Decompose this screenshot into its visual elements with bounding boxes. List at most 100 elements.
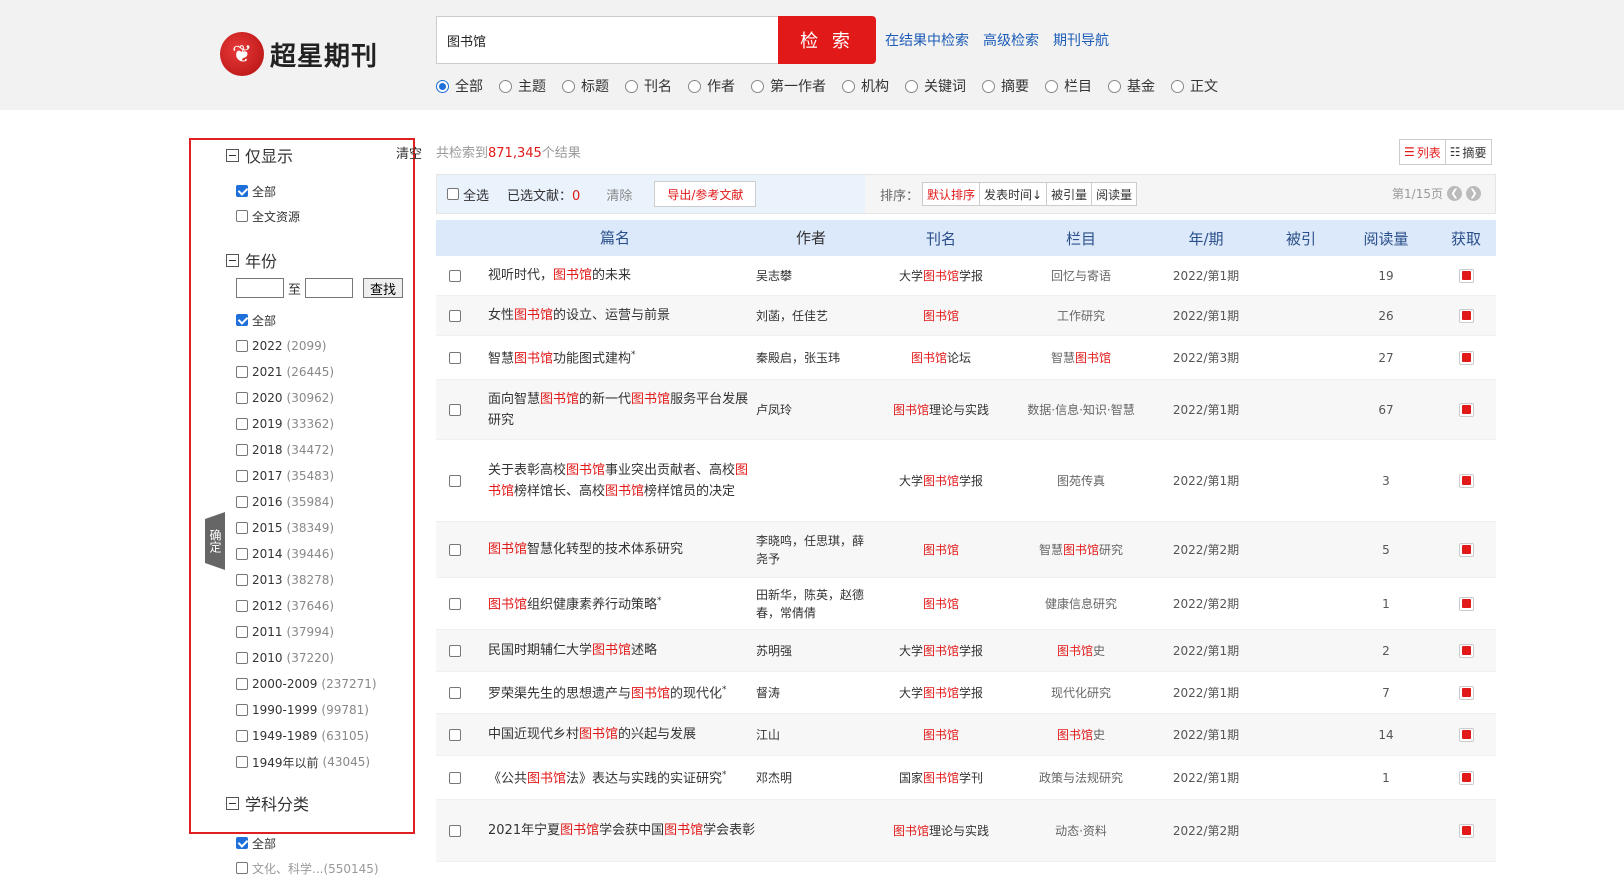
logo[interactable]: ❦ 超星期刊 bbox=[220, 32, 378, 76]
scope-option-3[interactable]: 刊名 bbox=[625, 76, 672, 96]
row-checkbox[interactable] bbox=[449, 644, 461, 657]
download-cell[interactable] bbox=[1436, 596, 1496, 611]
row-checkbox[interactable] bbox=[449, 543, 461, 556]
journal-name-link[interactable]: 图书馆论坛 bbox=[866, 349, 1016, 366]
year-option[interactable]: 1990-1999 (99781) bbox=[236, 702, 369, 718]
download-cell[interactable] bbox=[1436, 643, 1496, 658]
next-page-icon[interactable]: ❯ bbox=[1466, 186, 1481, 201]
column-header[interactable]: 年/期 bbox=[1146, 228, 1266, 249]
select-all-checkbox[interactable] bbox=[447, 188, 459, 200]
row-checkbox[interactable] bbox=[449, 403, 461, 416]
row-checkbox[interactable] bbox=[449, 269, 461, 282]
article-title-link[interactable]: 图书馆智慧化转型的技术体系研究 bbox=[474, 539, 756, 560]
article-title-link[interactable]: 关于表彰高校图书馆事业突出贡献者、高校图书馆榜样馆长、高校图书馆榜样馆员的决定 bbox=[474, 460, 756, 502]
row-select[interactable] bbox=[436, 309, 474, 322]
section-only-show[interactable]: 仅显示 bbox=[226, 143, 293, 167]
checkbox[interactable] bbox=[236, 626, 248, 638]
download-cell[interactable] bbox=[1436, 308, 1496, 323]
journal-name-link[interactable]: 大学图书馆学报 bbox=[866, 684, 1016, 701]
pdf-icon[interactable] bbox=[1458, 823, 1474, 838]
journal-name-link[interactable]: 大学图书馆学报 bbox=[866, 642, 1016, 659]
pdf-icon[interactable] bbox=[1458, 685, 1474, 700]
row-checkbox[interactable] bbox=[449, 824, 461, 837]
subject-all-option[interactable]: 全部 bbox=[236, 835, 276, 851]
radio-button[interactable] bbox=[499, 79, 512, 93]
row-select[interactable] bbox=[436, 644, 474, 657]
article-title-link[interactable]: 视听时代，图书馆的未来 bbox=[474, 265, 756, 286]
pdf-icon[interactable] bbox=[1458, 268, 1474, 283]
year-option[interactable]: 2011 (37994) bbox=[236, 624, 334, 640]
column-header[interactable]: 栏目 bbox=[1016, 228, 1146, 249]
article-author[interactable]: 秦殿启，张玉玮 bbox=[756, 349, 866, 367]
year-option[interactable]: 2000-2009 (237271) bbox=[236, 676, 377, 692]
section-subject[interactable]: 学科分类 bbox=[226, 791, 309, 815]
article-author[interactable]: 卢凤玲 bbox=[756, 401, 866, 419]
download-cell[interactable] bbox=[1436, 473, 1496, 488]
sort-option-1[interactable]: 发表时间↓ bbox=[979, 182, 1048, 206]
radio-button[interactable] bbox=[688, 79, 701, 93]
article-author[interactable]: 吴志攀 bbox=[756, 267, 866, 285]
radio-button[interactable] bbox=[842, 79, 855, 93]
pdf-icon[interactable] bbox=[1458, 542, 1474, 557]
row-select[interactable] bbox=[436, 728, 474, 741]
sort-option-2[interactable]: 被引量 bbox=[1046, 182, 1093, 206]
checkbox[interactable] bbox=[236, 418, 248, 430]
scope-option-0[interactable]: 全部 bbox=[436, 76, 483, 96]
radio-button[interactable] bbox=[562, 79, 575, 93]
row-select[interactable] bbox=[436, 824, 474, 837]
sort-option-3[interactable]: 阅读量 bbox=[1091, 182, 1138, 206]
article-title-link[interactable]: 罗荣渠先生的思想遗产与图书馆的现代化* bbox=[474, 680, 756, 704]
radio-button[interactable] bbox=[982, 79, 995, 93]
year-find-button[interactable]: 查找 bbox=[363, 278, 404, 298]
journal-name-link[interactable]: 图书馆 bbox=[866, 726, 1016, 743]
journal-name-link[interactable]: 大学图书馆学报 bbox=[866, 472, 1016, 489]
radio-button[interactable] bbox=[1171, 79, 1184, 93]
article-title-link[interactable]: 2021年宁夏图书馆学会获中国图书馆学会表彰 bbox=[474, 820, 756, 841]
year-option[interactable]: 1949年以前 (43045) bbox=[236, 754, 370, 770]
pdf-icon[interactable] bbox=[1458, 770, 1474, 785]
checkbox[interactable] bbox=[236, 837, 248, 849]
scope-option-10[interactable]: 基金 bbox=[1108, 76, 1155, 96]
article-author[interactable]: 刘菡，任佳艺 bbox=[756, 307, 866, 325]
search-input[interactable] bbox=[436, 16, 778, 64]
article-author[interactable]: 田新华，陈英，赵德春，常倩倩 bbox=[756, 586, 866, 622]
scope-option-11[interactable]: 正文 bbox=[1171, 76, 1218, 96]
download-cell[interactable] bbox=[1436, 350, 1496, 365]
clear-selection-button[interactable]: 清除 bbox=[606, 185, 632, 204]
download-cell[interactable] bbox=[1436, 770, 1496, 785]
journal-name-link[interactable]: 国家图书馆学刊 bbox=[866, 769, 1016, 786]
row-checkbox[interactable] bbox=[449, 351, 461, 364]
row-select[interactable] bbox=[436, 686, 474, 699]
year-option[interactable]: 2022 (2099) bbox=[236, 338, 326, 354]
collapse-icon[interactable] bbox=[226, 148, 239, 162]
scope-option-2[interactable]: 标题 bbox=[562, 76, 609, 96]
article-title-link[interactable]: 民国时期辅仁大学图书馆述略 bbox=[474, 640, 756, 661]
scope-option-6[interactable]: 机构 bbox=[842, 76, 889, 96]
row-select[interactable] bbox=[436, 269, 474, 282]
year-to-input[interactable] bbox=[305, 278, 354, 298]
pdf-icon[interactable] bbox=[1458, 727, 1474, 742]
radio-button[interactable] bbox=[625, 79, 638, 93]
year-option[interactable]: 2021 (26445) bbox=[236, 364, 334, 380]
year-option[interactable]: 2016 (35984) bbox=[236, 494, 334, 510]
article-author[interactable]: 苏明强 bbox=[756, 642, 866, 660]
download-cell[interactable] bbox=[1436, 268, 1496, 283]
checkbox[interactable] bbox=[236, 392, 248, 404]
article-title-link[interactable]: 图书馆组织健康素养行动策略* bbox=[474, 591, 756, 615]
article-author[interactable]: 邓杰明 bbox=[756, 769, 866, 787]
checkbox[interactable] bbox=[236, 366, 248, 378]
year-option[interactable]: 2013 (38278) bbox=[236, 572, 334, 588]
year-option[interactable]: 1949-1989 (63105) bbox=[236, 728, 369, 744]
row-select[interactable] bbox=[436, 474, 474, 487]
scope-option-5[interactable]: 第一作者 bbox=[751, 76, 826, 96]
row-select[interactable] bbox=[436, 597, 474, 610]
article-author[interactable]: 李晓鸣，任思琪，薛尧予 bbox=[756, 532, 866, 568]
checkbox[interactable] bbox=[236, 496, 248, 508]
scope-option-1[interactable]: 主题 bbox=[499, 76, 546, 96]
sort-option-0[interactable]: 默认排序 bbox=[922, 182, 981, 206]
checkbox[interactable] bbox=[236, 444, 248, 456]
top-link-1[interactable]: 高级检索 bbox=[983, 30, 1039, 50]
row-checkbox[interactable] bbox=[449, 728, 461, 741]
journal-name-link[interactable]: 图书馆 bbox=[866, 541, 1016, 558]
checkbox[interactable] bbox=[236, 730, 248, 742]
